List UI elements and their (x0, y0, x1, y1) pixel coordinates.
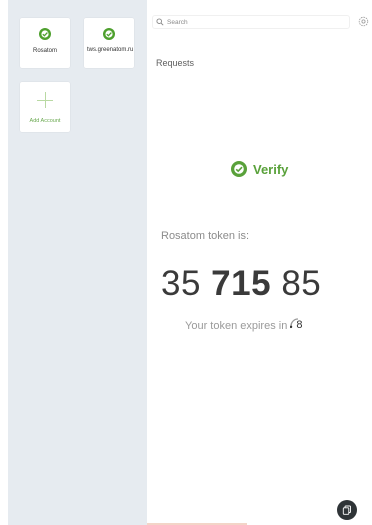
search-placeholder: Search (167, 18, 188, 26)
verify-logo: Verify (230, 160, 288, 178)
copy-icon (342, 505, 351, 515)
token-label: Rosatom token is: (161, 230, 250, 242)
main-panel: Search Requests Verify Rosatom token is:… (147, 0, 372, 525)
authy-logo-icon (39, 28, 51, 40)
token-part-3: 85 (281, 264, 322, 303)
countdown-seconds: 8 (296, 319, 303, 331)
authy-logo-icon (103, 28, 115, 40)
accounts-sidebar: Rosatom tws.greenatom.ru Add Account (8, 0, 147, 525)
countdown-timer: 8 (290, 316, 306, 336)
search-input[interactable]: Search (152, 15, 350, 29)
expires-text: Your token expires in (185, 320, 288, 332)
account-tile-rosatom[interactable]: Rosatom (20, 18, 70, 68)
verify-logo-text: Verify (253, 161, 289, 177)
plus-icon (37, 92, 53, 108)
add-account-button[interactable]: Add Account (20, 82, 70, 132)
requests-heading: Requests (156, 58, 195, 68)
search-icon (156, 18, 164, 26)
authy-logo-icon (231, 161, 247, 177)
account-tile-tws[interactable]: tws.greenatom.ru (84, 18, 134, 68)
add-account-label: Add Account (29, 118, 61, 124)
token-code[interactable]: 35 715 85 (161, 264, 321, 304)
token-expiry: Your token expires in 8 (185, 316, 306, 336)
authenticator-app: Rosatom tws.greenatom.ru Add Account Sea… (0, 0, 372, 525)
top-bar: Search (147, 6, 372, 36)
gear-icon[interactable] (357, 15, 370, 28)
token-part-1: 35 (161, 264, 201, 303)
account-label: tws.greenatom.ru (87, 47, 134, 53)
copy-token-button[interactable] (337, 500, 357, 520)
account-label: Rosatom (32, 48, 57, 54)
token-part-2: 715 (211, 264, 272, 303)
